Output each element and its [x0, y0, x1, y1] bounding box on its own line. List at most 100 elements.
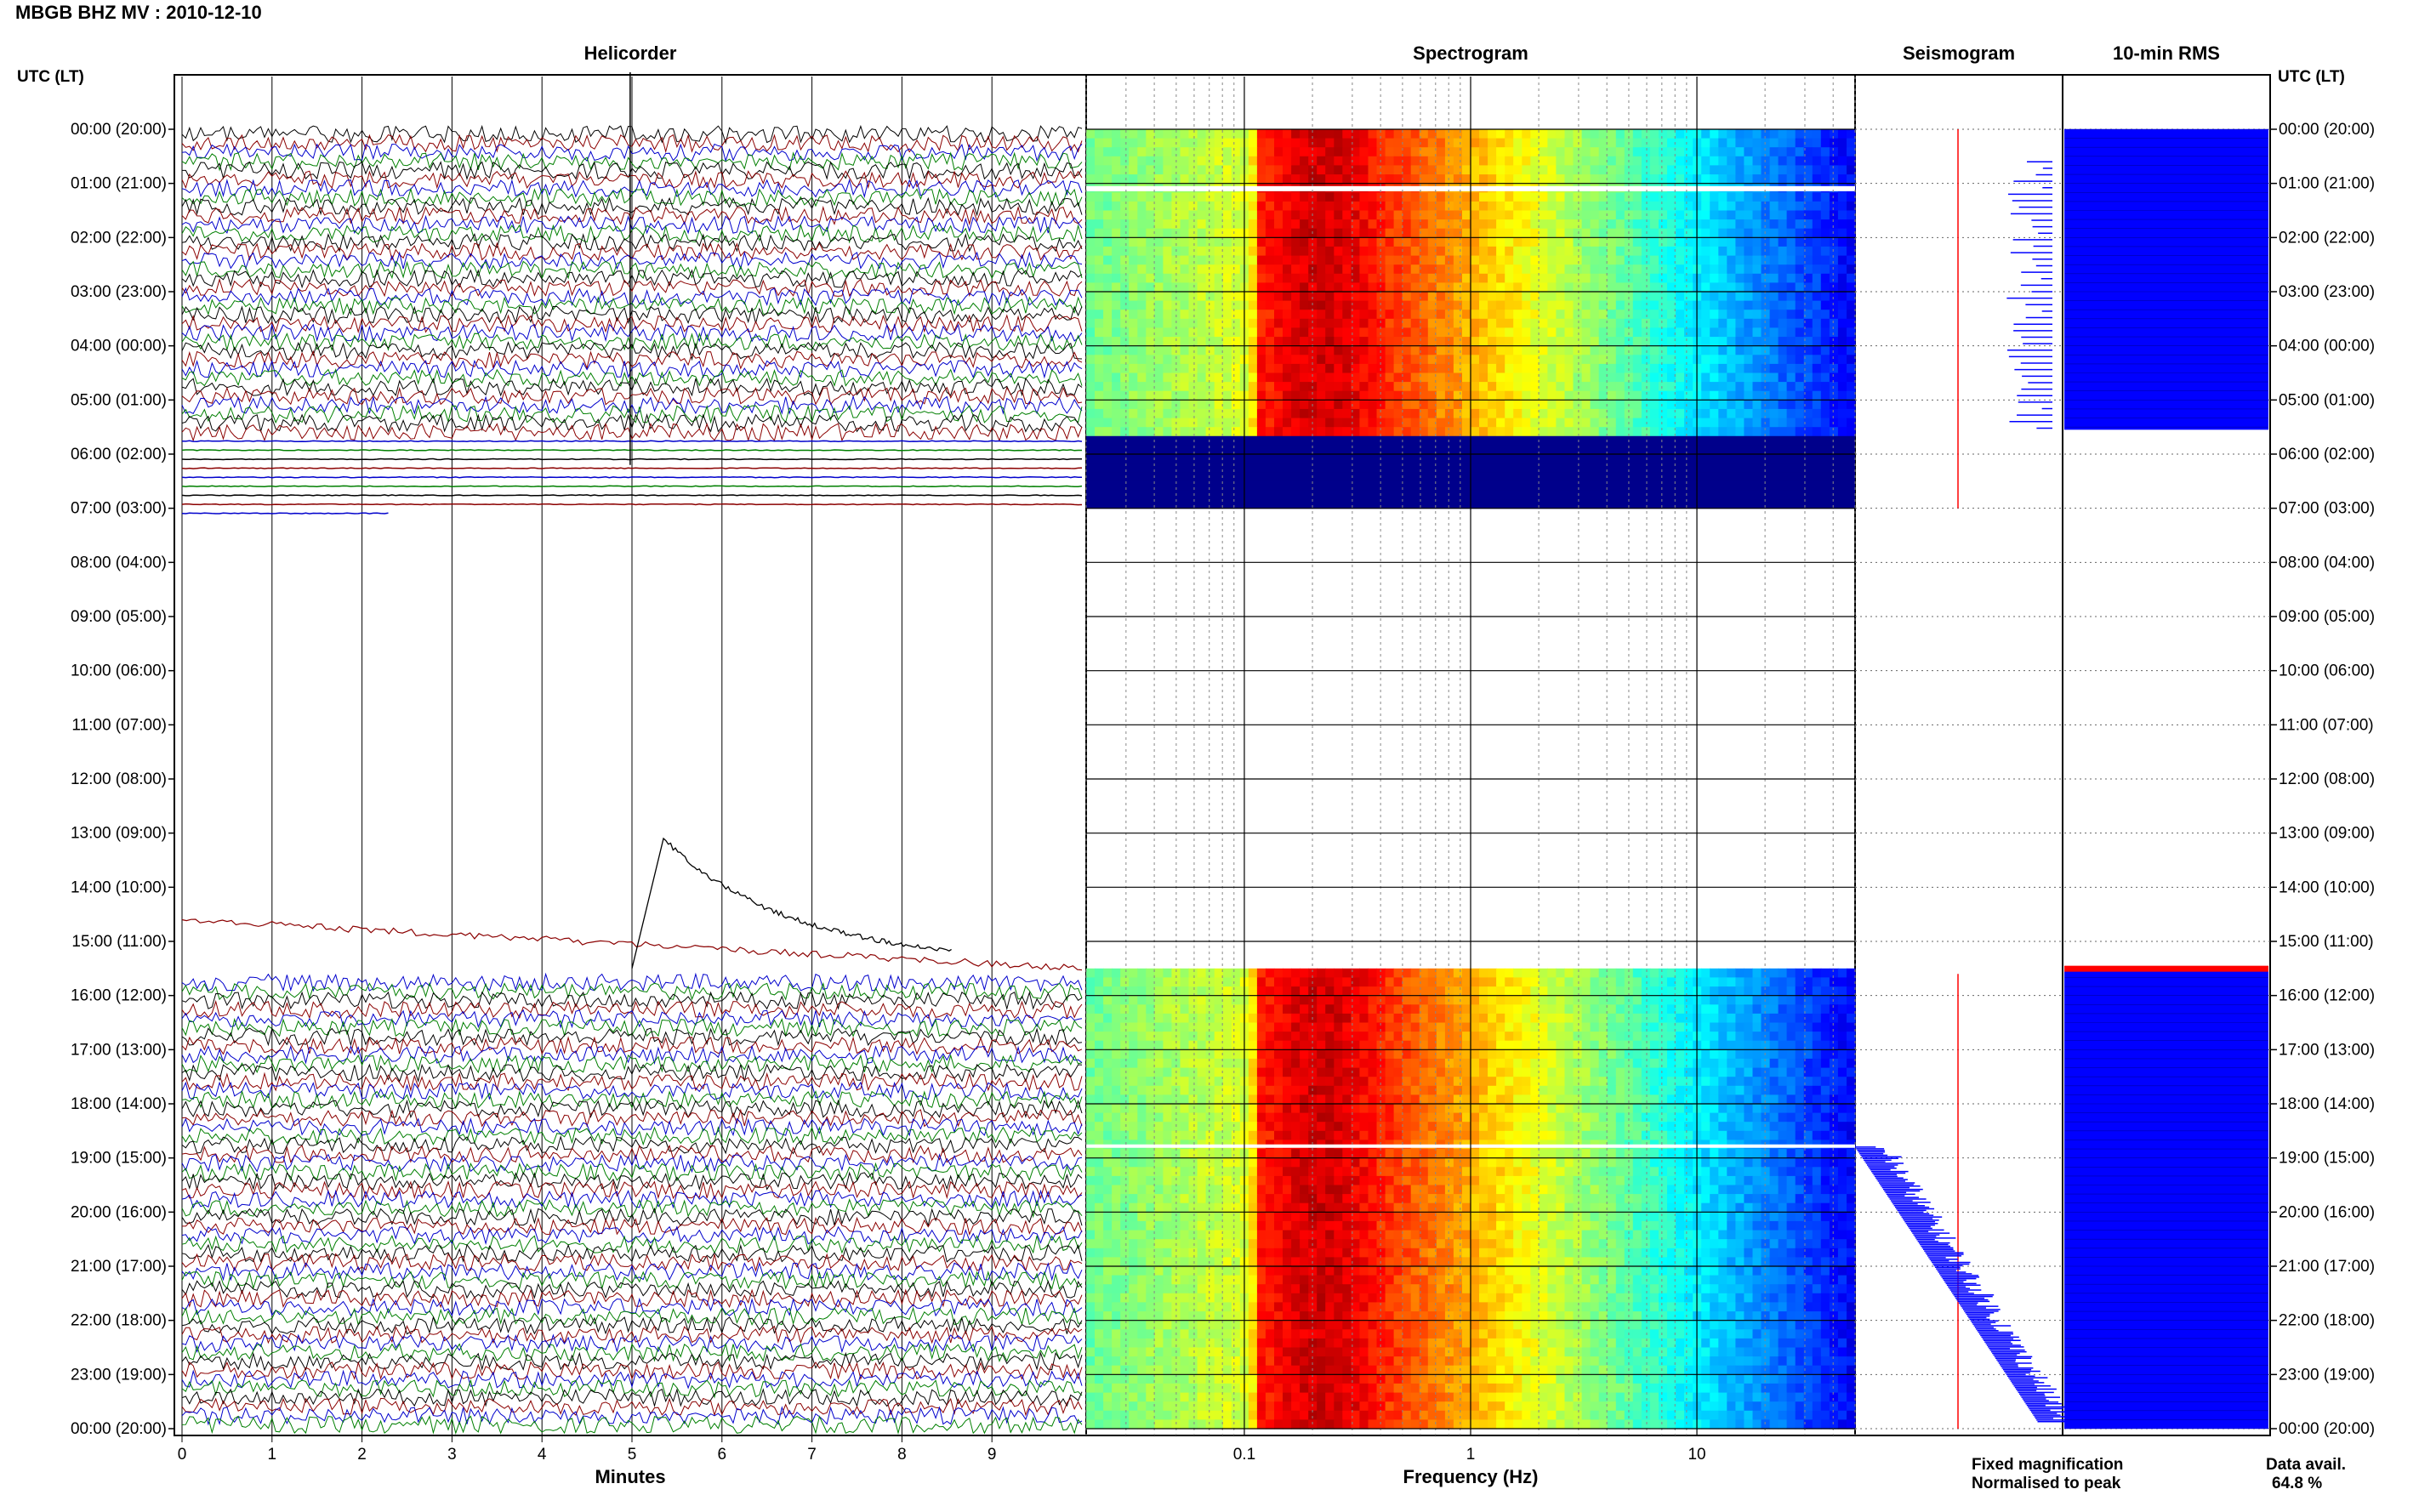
spectrogram-cell — [1103, 327, 1113, 338]
spectrogram-cell — [1222, 273, 1232, 283]
spectrogram-cell — [1095, 1077, 1104, 1087]
spectrogram-cell — [1120, 1067, 1130, 1077]
spectrogram-cell — [1163, 165, 1172, 175]
spectrogram-cell — [1231, 1032, 1241, 1042]
spectrogram-cell — [1641, 228, 1651, 238]
spectrogram-cell — [1530, 1149, 1540, 1159]
spectrogram-cell — [1607, 1067, 1617, 1077]
spectrogram-cell — [1410, 1013, 1420, 1024]
spectrogram-cell — [1197, 255, 1207, 265]
spectrogram-cell — [1376, 1122, 1386, 1132]
spectrogram-cell — [1317, 1104, 1326, 1114]
spectrogram-cell — [1847, 1049, 1856, 1060]
spectrogram-cell — [1163, 1085, 1172, 1095]
spectrogram-cell — [1641, 264, 1651, 275]
spectrogram-cell — [1522, 1094, 1531, 1105]
spectrogram-cell — [1274, 1058, 1283, 1069]
spectrogram-cell — [1479, 147, 1488, 157]
spectrogram-cell — [1496, 1094, 1505, 1105]
spectrogram-cell — [1393, 977, 1403, 987]
spectrogram-cell — [1829, 174, 1839, 185]
spectrogram-cell — [1505, 156, 1514, 166]
spectrogram-cell — [1402, 363, 1412, 374]
spectrogram-cell — [1778, 418, 1788, 428]
spectrogram-cell — [1222, 192, 1232, 202]
spectrogram-cell — [1436, 219, 1446, 230]
spectrogram-cell — [1710, 1122, 1719, 1132]
spectrogram-cell — [1488, 264, 1497, 275]
spectrogram-cell — [1265, 1077, 1275, 1087]
spectrogram-cell — [1812, 1104, 1822, 1114]
spectrogram-cell — [1769, 228, 1779, 238]
spectrogram-cell — [1539, 228, 1548, 238]
spectrogram-cell — [1505, 1004, 1514, 1015]
spectrogram-cell — [1641, 255, 1651, 265]
spectrogram-cell — [1581, 210, 1591, 220]
spectrogram-cell — [1752, 246, 1762, 257]
spectrogram-cell — [1095, 382, 1104, 392]
spectrogram-cell — [1676, 228, 1685, 238]
spectrogram-cell — [1462, 219, 1471, 230]
spectrogram-cell — [1197, 201, 1207, 212]
spectrogram-cell — [1786, 1058, 1796, 1069]
spectrogram-cell — [1496, 1013, 1505, 1024]
spectrogram-cell — [1103, 1032, 1113, 1042]
spectrogram-cell — [1444, 165, 1454, 175]
spectrogram-cell — [1530, 219, 1540, 230]
spectrogram-cell — [1505, 282, 1514, 293]
spectrogram-cell — [1283, 237, 1292, 247]
spectrogram-cell — [1556, 310, 1565, 320]
spectrogram-cell — [1564, 1032, 1574, 1042]
spectrogram-cell — [1812, 237, 1822, 247]
spectrogram-cell — [1471, 246, 1480, 257]
spectrogram-cell — [1820, 273, 1830, 283]
spectrogram-cell — [1188, 147, 1198, 157]
spectrogram-cell — [1847, 418, 1856, 428]
spectrogram-cell — [1488, 1130, 1497, 1140]
spectrogram-cell — [1778, 147, 1788, 157]
spectrogram-cell — [1436, 1085, 1446, 1095]
spectrogram-cell — [1615, 1067, 1625, 1077]
spectrogram-cell — [1837, 427, 1847, 437]
spectrogram-cell — [1274, 408, 1283, 419]
spectrogram-cell — [1676, 1112, 1685, 1123]
spectrogram-cell — [1265, 1013, 1275, 1024]
spectrogram-cell — [1573, 408, 1583, 419]
spectrogram-cell — [1513, 986, 1523, 997]
spectrogram-cell — [1120, 174, 1130, 185]
spectrogram-cell — [1402, 228, 1412, 238]
spectrogram-cell — [1649, 255, 1659, 265]
spectrogram-cell — [1283, 1122, 1292, 1132]
spectrogram-cell — [1444, 1077, 1454, 1087]
spectrogram-cell — [1829, 1077, 1839, 1087]
spectrogram-cell — [1718, 372, 1727, 383]
spectrogram-cell — [1248, 273, 1258, 283]
spectrogram-cell — [1718, 968, 1727, 978]
spectrogram-cell — [1188, 237, 1198, 247]
spectrogram-cell — [1146, 192, 1155, 202]
spectrogram-cell — [1283, 192, 1292, 202]
spectrogram-cell — [1462, 1067, 1471, 1077]
spectrogram-cell — [1795, 977, 1805, 987]
spectrogram-cell — [1222, 418, 1232, 428]
spectrogram-cell — [1103, 264, 1113, 275]
spectrogram-cell — [1317, 337, 1326, 347]
spectrogram-cell — [1812, 418, 1822, 428]
spectrogram-cell — [1325, 147, 1335, 157]
spectrogram-cell — [1205, 255, 1215, 265]
spectrogram-cell — [1274, 264, 1283, 275]
spectrogram-cell — [1274, 246, 1283, 257]
spectrogram-cell — [1778, 968, 1788, 978]
spectrogram-cell — [1385, 237, 1395, 247]
spectrogram-cell — [1573, 986, 1583, 997]
spectrogram-cell — [1744, 382, 1753, 392]
spectrogram-cell — [1615, 1112, 1625, 1123]
spectrogram-cell — [1205, 1013, 1215, 1024]
spectrogram-cell — [1265, 1122, 1275, 1132]
spectrogram-cell — [1453, 986, 1463, 997]
spectrogram-cell — [1393, 201, 1403, 212]
spectrogram-cell — [1120, 318, 1130, 328]
spectrogram-cell — [1436, 282, 1446, 293]
spectrogram-cell — [1103, 237, 1113, 247]
spectrogram-cell — [1376, 1067, 1386, 1077]
